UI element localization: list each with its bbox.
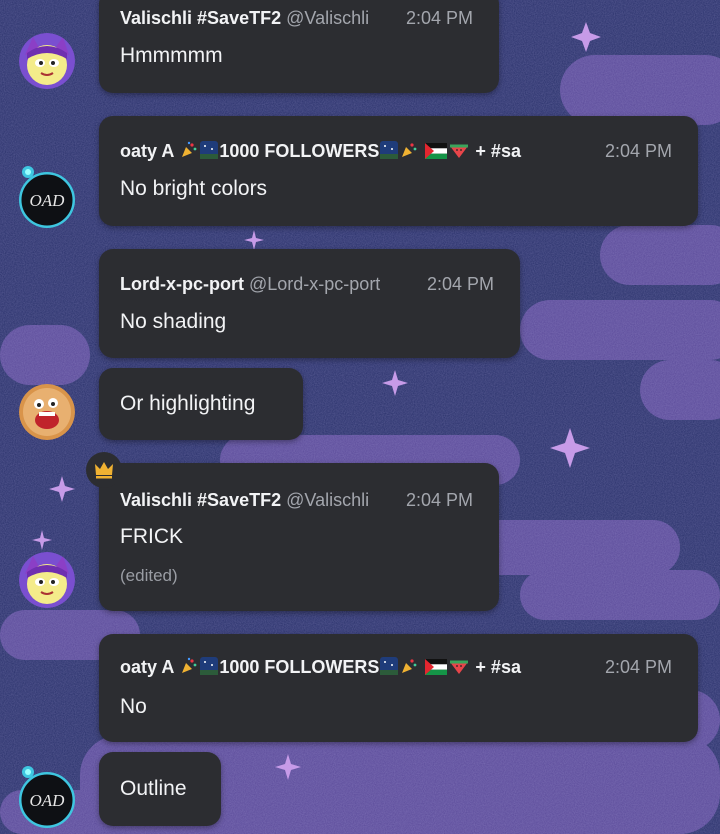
night-sky-icon [200,141,219,164]
palestine-flag-icon [425,658,448,680]
party-popper-icon [400,141,418,164]
message-bubble[interactable]: Lord-x-pc-port @Lord-x-pc-port 2:04 PM N… [99,249,520,358]
message-text: Hmmmmm [120,44,223,67]
message-timestamp: 2:04 PM [406,8,474,28]
watermelon-icon [449,658,469,680]
message-timestamp: 2:04 PM [406,490,474,510]
message-author[interactable]: Lord-x-pc-port [120,274,244,294]
message-author-suffix[interactable]: + #sa [475,141,521,161]
message-author-prefix[interactable]: oaty A [120,657,174,677]
user-avatar-oaty[interactable]: OAD [19,772,75,828]
user-avatar-lord[interactable] [19,384,75,440]
message-bubble[interactable]: Or highlighting [99,368,303,440]
message-author-suffix[interactable]: + #sa [475,657,521,677]
message-author[interactable]: Valischli #SaveTF2 [120,490,281,510]
message-handle: @Valischli [286,8,370,28]
crown-badge [86,452,122,488]
message-timestamp: 2:04 PM [605,141,673,161]
night-sky-icon [200,657,219,680]
message-bubble[interactable]: oaty A 1000 FOLLOWERS + #sa 2:04 PM No b… [99,116,698,226]
message-handle: @Lord-x-pc-port [249,274,381,294]
message-author[interactable]: Valischli #SaveTF2 [120,8,281,28]
message-author-main[interactable]: 1000 FOLLOWERS [219,657,379,677]
avatar-initials: OAD [30,191,66,210]
party-popper-icon [180,141,198,164]
message-text: FRICK [120,525,183,548]
night-sky-icon [380,657,399,680]
watermelon-icon [449,142,469,164]
party-popper-icon [180,657,198,680]
message-bubble[interactable]: Valischli #SaveTF2 @Valischli 2:04 PM FR… [99,463,499,611]
message-text: No bright colors [120,177,268,200]
message-handle: @Valischli [286,490,370,510]
message-bubble[interactable]: Valischli #SaveTF2 @Valischli 2:04 PM Hm… [99,0,499,93]
message-text: Outline [120,777,187,800]
avatar-decoration-icon [22,766,34,778]
user-avatar-valischli[interactable] [19,552,75,608]
user-avatar-oaty[interactable]: OAD [19,172,75,228]
message-author-prefix[interactable]: oaty A [120,141,174,161]
edited-label: (edited) [120,566,178,585]
message-timestamp: 2:04 PM [427,274,495,294]
avatar-initials: OAD [30,791,66,810]
user-avatar-valischli[interactable] [19,33,75,89]
message-text: No [120,695,147,718]
avatar-decoration-icon [22,166,34,178]
message-author-main[interactable]: 1000 FOLLOWERS [219,141,379,161]
crown-icon [95,462,113,479]
message-timestamp: 2:04 PM [605,657,673,677]
message-text: Or highlighting [120,392,256,415]
night-sky-icon [380,141,399,164]
message-bubble[interactable]: Outline [99,752,221,826]
message-text: No shading [120,310,227,333]
party-popper-icon [400,657,418,680]
palestine-flag-icon [425,142,448,164]
message-bubble[interactable]: oaty A 1000 FOLLOWERS + #sa 2:04 PM No [99,634,698,742]
